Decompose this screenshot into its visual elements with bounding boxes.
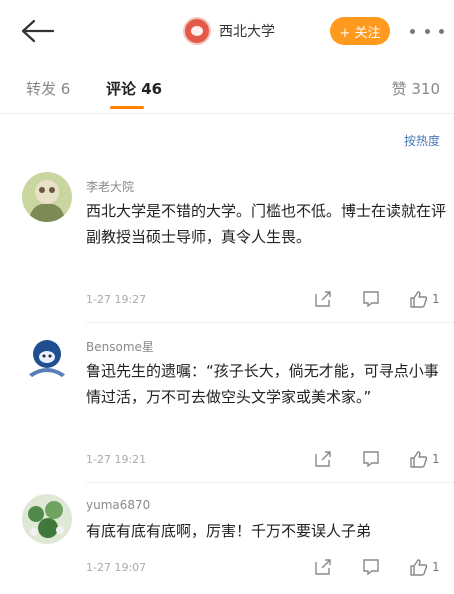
like-count: 1 <box>432 452 440 466</box>
follow-button[interactable]: + 关注 <box>330 17 390 45</box>
comment-time: 1-27 19:21 <box>86 453 147 466</box>
tab-bar: 转发 6 评论 46 赞 310 <box>0 62 454 114</box>
comment-text: 有底有底有底啊，厉害！千万不要误人子弟 <box>86 522 372 540</box>
account-name: 西北大学 <box>219 24 275 40</box>
like-button[interactable]: 1 <box>408 288 440 310</box>
share-icon[interactable] <box>312 556 334 578</box>
avatar[interactable] <box>22 494 72 544</box>
active-tab-indicator <box>110 106 144 109</box>
avatar[interactable] <box>22 172 72 222</box>
thumbs-up-icon <box>408 556 430 578</box>
like-button[interactable]: 1 <box>408 448 440 470</box>
tab-likes[interactable]: 赞 310 <box>392 78 440 99</box>
comment-time: 1-27 19:07 <box>86 561 147 574</box>
comment-actions: 1 <box>312 448 440 470</box>
divider <box>86 482 454 483</box>
comment-username[interactable]: Bensome星 <box>86 338 154 355</box>
comment-text: 鲁迅先生的遗嘱：“孩子长大，倘无才能，可寻点小事情过活，万不可去做空头文学家或美… <box>86 362 439 406</box>
divider <box>86 322 454 323</box>
tab-comments[interactable]: 评论 46 <box>106 78 162 99</box>
comment-time: 1-27 19:27 <box>86 293 147 306</box>
reply-icon[interactable] <box>360 288 382 310</box>
like-count: 1 <box>432 292 440 306</box>
like-button[interactable]: 1 <box>408 556 440 578</box>
sort-by-hot-link[interactable]: 按热度 <box>404 132 440 149</box>
top-bar: 西北大学 + 关注 <box>0 0 454 62</box>
reply-icon[interactable] <box>360 448 382 470</box>
avatar[interactable] <box>22 332 72 382</box>
thumbs-up-icon <box>408 448 430 470</box>
comment-text: 西北大学是不错的大学。门槛也不低。博士在读就在评副教授当硕士导师，真令人生畏。 <box>86 202 447 246</box>
more-dots-icon[interactable] <box>410 20 444 42</box>
reply-icon[interactable] <box>360 556 382 578</box>
comment-actions: 1 <box>312 556 440 578</box>
account-header[interactable]: 西北大学 <box>183 16 275 46</box>
thumbs-up-icon <box>408 288 430 310</box>
comment-actions: 1 <box>312 288 440 310</box>
like-count: 1 <box>432 560 440 574</box>
tab-repost[interactable]: 转发 6 <box>26 78 70 99</box>
account-avatar <box>183 17 211 45</box>
comment-username[interactable]: 李老大院 <box>86 178 134 195</box>
share-icon[interactable] <box>312 288 334 310</box>
comment-username[interactable]: yuma6870 <box>86 498 150 512</box>
back-arrow-icon[interactable] <box>20 18 56 44</box>
share-icon[interactable] <box>312 448 334 470</box>
